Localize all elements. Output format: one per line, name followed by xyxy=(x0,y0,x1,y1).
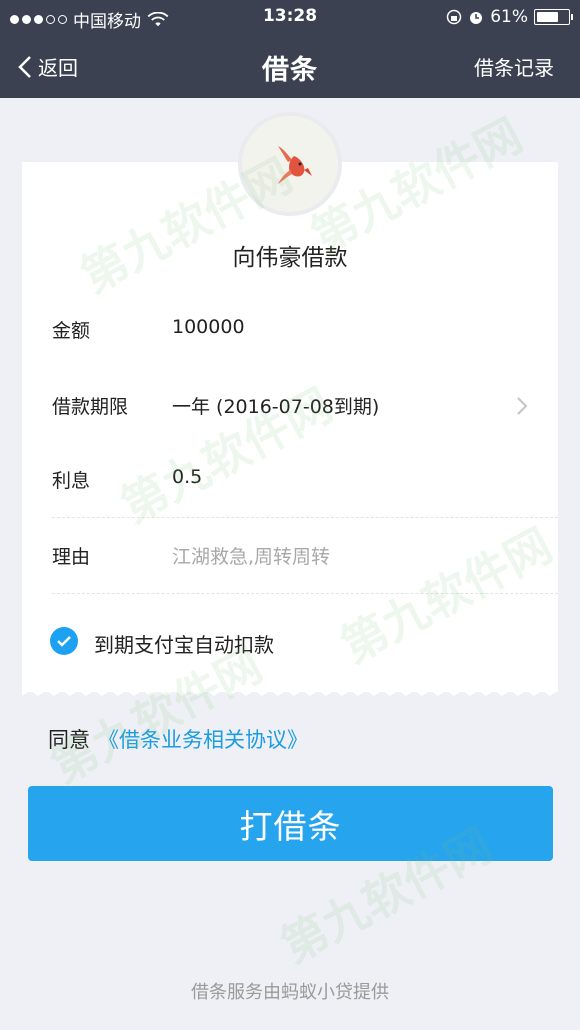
create-iou-button[interactable]: 打借条 xyxy=(28,786,553,861)
term-label: 借款期限 xyxy=(52,396,129,418)
auto-pay-label: 到期支付宝自动扣款 xyxy=(94,633,274,657)
agreement-prefix: 同意 xyxy=(48,728,90,752)
records-button[interactable]: 借条记录 xyxy=(474,52,554,81)
avatar xyxy=(238,112,342,216)
battery-icon xyxy=(534,9,573,25)
card-zigzag-edge xyxy=(22,686,558,696)
checkmark-icon xyxy=(57,636,71,647)
status-right: 61% xyxy=(446,7,573,27)
divider xyxy=(52,593,558,594)
battery-percent: 61% xyxy=(490,7,528,27)
auto-pay-row[interactable]: 到期支付宝自动扣款 xyxy=(22,610,558,670)
nav-bar: 返回 借条 借条记录 xyxy=(0,36,580,96)
interest-value[interactable]: 0.5 xyxy=(172,466,202,488)
screen-lock-icon xyxy=(446,9,462,25)
term-row[interactable]: 借款期限 一年 (2016-07-08到期) xyxy=(22,368,558,444)
navigation-header: 中国移动 13:28 61% 返回 借条 借条记录 xyxy=(0,0,580,98)
agreement-row: 同意 《借条业务相关协议》 xyxy=(48,724,308,754)
borrower-title: 向伟豪借款 xyxy=(232,245,348,271)
amount-label: 金额 xyxy=(52,320,91,342)
footer-note: 借条服务由蚂蚁小贷提供 xyxy=(191,982,389,1003)
interest-row[interactable]: 利息 0.5 xyxy=(22,442,558,518)
goldfish-icon xyxy=(278,146,312,184)
reason-row[interactable]: 理由 江湖救急,周转周转 xyxy=(22,518,558,594)
term-value[interactable]: 一年 (2016-07-08到期) xyxy=(172,392,379,419)
chevron-right-icon xyxy=(517,397,528,415)
amount-value[interactable]: 100000 xyxy=(172,316,245,338)
status-bar: 中国移动 13:28 61% xyxy=(0,0,580,34)
reason-input[interactable]: 江湖救急,周转周转 xyxy=(172,542,330,569)
agreement-link[interactable]: 《借条业务相关协议》 xyxy=(98,728,308,752)
amount-row[interactable]: 金额 100000 xyxy=(22,292,558,368)
interest-label: 利息 xyxy=(52,470,91,492)
alarm-icon xyxy=(470,12,483,24)
reason-label: 理由 xyxy=(52,546,91,568)
auto-pay-checkbox[interactable] xyxy=(50,627,78,655)
